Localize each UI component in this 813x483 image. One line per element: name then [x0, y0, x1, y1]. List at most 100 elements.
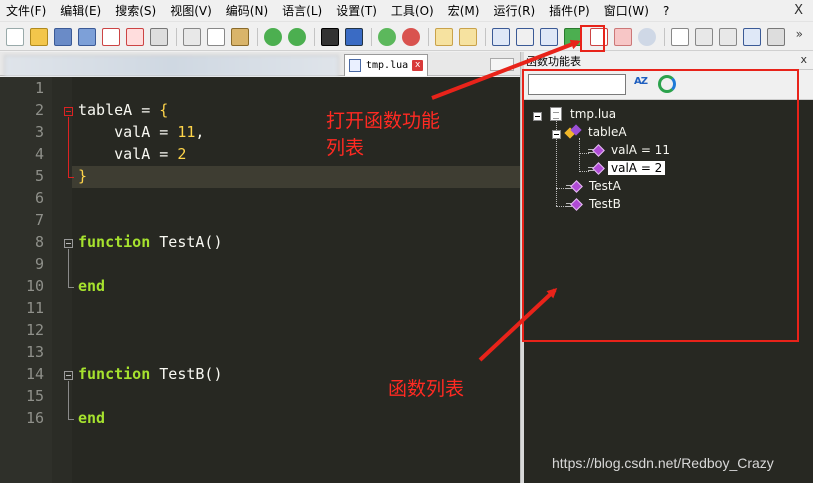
- line-number: 6: [34, 189, 44, 207]
- fold-margin: [52, 77, 72, 483]
- toolbar-overflow-icon[interactable]: »: [796, 27, 803, 41]
- zoom-out-icon[interactable]: [402, 27, 420, 46]
- save-macro-icon[interactable]: [767, 27, 785, 46]
- tab-bar: tmp.lua x: [0, 52, 520, 76]
- tab-tmp-lua[interactable]: tmp.lua x: [344, 54, 428, 76]
- close-document-icon[interactable]: X: [794, 3, 803, 18]
- folder-as-workspace-icon[interactable]: [614, 27, 632, 46]
- redo-icon[interactable]: [288, 27, 306, 46]
- line-number: 8: [34, 233, 44, 251]
- code-brace: }: [78, 167, 88, 185]
- new-file-icon[interactable]: [6, 27, 24, 46]
- line-number: 3: [34, 123, 44, 141]
- word-wrap-icon[interactable]: [492, 27, 510, 46]
- close-icon[interactable]: [102, 27, 120, 46]
- code-line-10: end: [78, 277, 105, 295]
- find-icon[interactable]: [321, 27, 339, 46]
- line-number: 1: [34, 79, 44, 97]
- tab-scroll-arrows[interactable]: [490, 58, 514, 71]
- panel-close-icon[interactable]: x: [800, 53, 807, 66]
- menu-bar: 文件(F) 编辑(E) 搜索(S) 视图(V) 编码(N) 语言(L) 设置(T…: [0, 0, 813, 22]
- toolbar: »: [0, 23, 813, 51]
- sync-horizontal-icon[interactable]: [459, 27, 477, 46]
- show-all-chars-icon[interactable]: [516, 27, 534, 46]
- menu-macro[interactable]: 宏(M): [448, 2, 480, 19]
- play-macro-icon[interactable]: [719, 27, 737, 46]
- menu-plugins[interactable]: 插件(P): [549, 2, 590, 19]
- code-keyword: end: [78, 277, 106, 295]
- menu-encoding[interactable]: 编码(N): [226, 2, 268, 19]
- highlight-function-list-panel: [522, 69, 799, 342]
- menu-language[interactable]: 语言(L): [282, 2, 322, 19]
- line-number: 11: [25, 299, 44, 317]
- stop-record-icon[interactable]: [695, 27, 713, 46]
- save-all-icon[interactable]: [78, 27, 96, 46]
- menu-settings[interactable]: 设置(T): [336, 2, 377, 19]
- monitoring-icon[interactable]: [638, 27, 656, 46]
- toolbar-separator: [664, 27, 665, 46]
- code-text: ,: [195, 123, 205, 141]
- fold-toggle-icon[interactable]: [64, 371, 73, 380]
- menu-view[interactable]: 视图(V): [170, 2, 212, 19]
- code-brace: {: [159, 101, 169, 119]
- close-all-icon[interactable]: [126, 27, 144, 46]
- replace-icon[interactable]: [345, 27, 363, 46]
- code-number: 2: [177, 145, 187, 163]
- toolbar-separator: [314, 27, 315, 46]
- fold-toggle-icon[interactable]: [64, 107, 73, 116]
- toolbar-separator: [257, 27, 258, 46]
- save-icon[interactable]: [54, 27, 72, 46]
- open-file-icon[interactable]: [30, 27, 48, 46]
- line-number: 9: [34, 255, 44, 273]
- fold-guide: [68, 381, 69, 419]
- fold-guide: [68, 117, 69, 177]
- menu-edit[interactable]: 编辑(E): [60, 2, 101, 19]
- code-number: 11: [177, 123, 196, 141]
- code-keyword: function: [78, 233, 151, 251]
- undo-icon[interactable]: [264, 27, 282, 46]
- fold-toggle-icon[interactable]: [64, 239, 73, 248]
- code-line-5: }: [78, 167, 87, 185]
- cut-icon[interactable]: [183, 27, 201, 46]
- menu-file[interactable]: 文件(F): [6, 2, 46, 19]
- code-text: valA =: [78, 145, 178, 163]
- panel-title: 函数功能表: [526, 54, 581, 68]
- toolbar-separator: [176, 27, 177, 46]
- code-line-4: valA = 2: [78, 145, 186, 163]
- code-line-2: tableA = {: [78, 101, 168, 119]
- annotation-open-function-list: 打开函数功能 列表: [326, 110, 441, 159]
- run-macro-multiple-icon[interactable]: [743, 27, 761, 46]
- menu-search[interactable]: 搜索(S): [115, 2, 156, 19]
- tab-close-icon[interactable]: x: [412, 60, 424, 71]
- code-text: tableA =: [78, 101, 160, 119]
- tab-label: tmp.lua: [366, 60, 409, 71]
- code-line-16: end: [78, 409, 105, 427]
- sync-vertical-icon[interactable]: [435, 27, 453, 46]
- indent-guide-icon[interactable]: [540, 27, 558, 46]
- line-number: 12: [25, 321, 44, 339]
- menu-tools[interactable]: 工具(O): [391, 2, 434, 19]
- code-text: valA =: [78, 123, 178, 141]
- code-line-3: valA = 11,: [78, 123, 204, 141]
- menu-window[interactable]: 窗口(W): [604, 2, 649, 19]
- menu-run[interactable]: 运行(R): [493, 2, 535, 19]
- line-number: 16: [25, 409, 44, 427]
- current-line-highlight: [72, 166, 520, 188]
- code-keyword: function: [78, 365, 151, 383]
- zoom-in-icon[interactable]: [378, 27, 396, 46]
- code-keyword: end: [78, 409, 106, 427]
- print-icon[interactable]: [150, 27, 168, 46]
- line-number: 13: [25, 343, 44, 361]
- menu-help[interactable]: ?: [663, 4, 669, 18]
- fold-guide-end: [68, 177, 74, 178]
- code-text: TestA(): [150, 233, 223, 251]
- code-line-14: function TestB(): [78, 365, 223, 383]
- paste-icon[interactable]: [231, 27, 249, 46]
- line-number: 10: [25, 277, 44, 295]
- record-macro-icon[interactable]: [671, 27, 689, 46]
- fold-guide: [68, 249, 69, 287]
- toolbar-separator: [485, 27, 486, 46]
- line-number: 4: [34, 145, 44, 163]
- line-number: 7: [34, 211, 44, 229]
- copy-icon[interactable]: [207, 27, 225, 46]
